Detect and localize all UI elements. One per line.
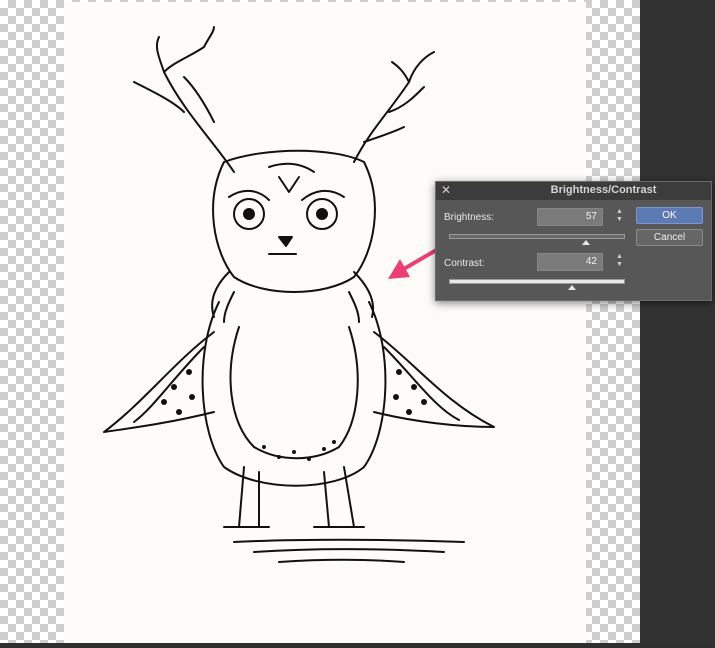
canvas-area[interactable] bbox=[0, 0, 640, 643]
owl-drawing-image bbox=[64, 2, 586, 643]
right-panel bbox=[640, 0, 715, 643]
brightness-contrast-dialog: ✕ Brightness/Contrast Brightness: 57 ▲ ▼ … bbox=[435, 181, 712, 301]
contrast-slider[interactable] bbox=[449, 279, 625, 284]
brightness-input[interactable]: 57 bbox=[537, 208, 603, 226]
brightness-slider[interactable] bbox=[449, 234, 625, 239]
cancel-button[interactable]: Cancel bbox=[636, 229, 703, 246]
brightness-slider-thumb[interactable] bbox=[582, 240, 591, 245]
contrast-stepper-icon[interactable]: ▲ ▼ bbox=[615, 253, 624, 271]
contrast-input[interactable]: 42 bbox=[537, 253, 603, 271]
brightness-stepper-icon[interactable]: ▲ ▼ bbox=[615, 208, 624, 226]
dialog-title: Brightness/Contrast bbox=[550, 184, 657, 196]
owl-illustration bbox=[103, 26, 495, 563]
contrast-slider-thumb[interactable] bbox=[568, 285, 577, 290]
contrast-label: Contrast: bbox=[444, 258, 485, 269]
dialog-title-bar[interactable]: ✕ Brightness/Contrast bbox=[436, 182, 711, 200]
ok-button[interactable]: OK bbox=[636, 207, 703, 224]
brightness-label: Brightness: bbox=[444, 212, 495, 223]
